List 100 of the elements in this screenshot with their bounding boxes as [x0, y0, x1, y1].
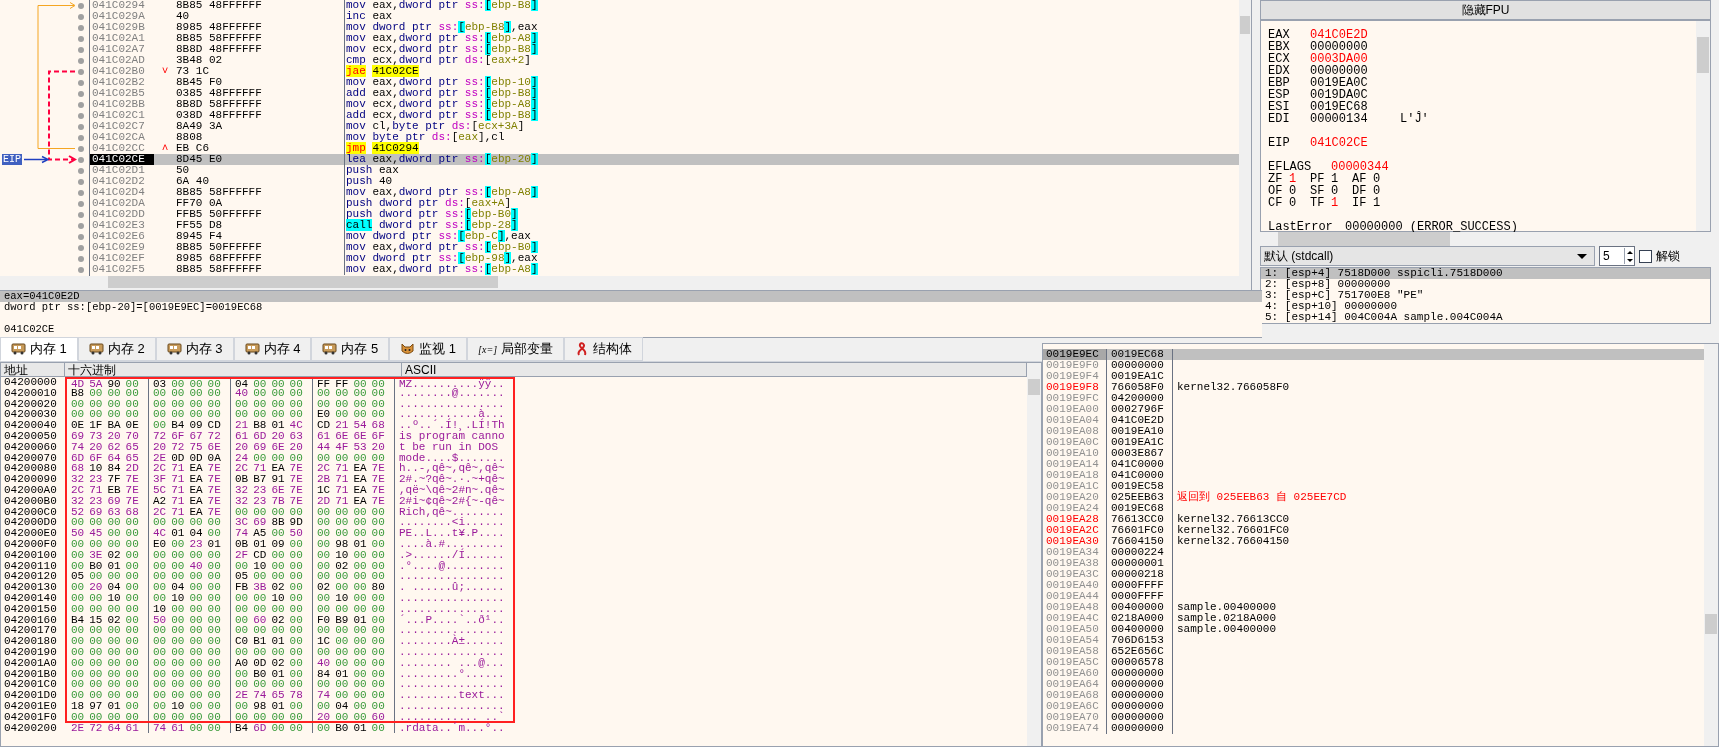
flag-value[interactable]: 0: [1289, 197, 1310, 209]
hex-row[interactable]: 00 00 00 00 00 00 00 00 00 00 00 00 00 00 00 00 ................: [65, 646, 515, 658]
hide-fpu-button[interactable]: 隐藏FPU: [1260, 0, 1711, 20]
scrollbar[interactable]: [1239, 0, 1251, 276]
hex-row[interactable]: 0E 1F BA 0E 00 B4 09 CD 21 B8 01 4C CD 21 54 68 ..º..´.Í!¸.LÍ!Th: [65, 420, 515, 431]
hex-row[interactable]: 50 45 00 00 4C 01 04 00 74 A5 00 50 00 00 00 00 PE..L...t¥.P....: [65, 528, 515, 539]
hex-byte: 00: [125, 517, 139, 529]
hex-row[interactable]: 52 69 63 68 2C 71 EA 7E 00 00 00 00 00 00 00 00 Rich,qê~........: [65, 506, 515, 518]
hex-byte: 00: [353, 679, 367, 691]
count-spinner[interactable]: 5: [1599, 246, 1635, 266]
tab[interactable]: 内存 4: [233, 337, 312, 361]
convention-dropdown[interactable]: 默认 (stdcall): [1260, 246, 1595, 266]
hex-row[interactable]: 00 00 00 00 00 00 00 00 2E 74 65 78 74 00 00 00 .........text...: [65, 690, 515, 701]
hex-row[interactable]: 69 73 20 70 72 6F 67 72 61 6D 20 63 61 6E 6E 6F is program canno: [65, 431, 515, 442]
hex-byte: CD: [253, 549, 267, 561]
hex-byte: 20: [235, 441, 249, 453]
hex-byte: EA: [189, 484, 203, 496]
hex-row[interactable]: 00 B0 01 00 00 00 40 00 00 10 00 00 00 02 00 00 .°....@.........: [65, 560, 515, 572]
hex-byte: 00: [353, 700, 367, 712]
hex-row[interactable]: 00 00 10 00 00 10 00 00 00 00 10 00 00 10 00 00 ................: [65, 592, 515, 604]
hex-row[interactable]: 32 23 7F 7E 3F 71 EA 7E 0B B7 91 7E 2B 71 EA 7E 2#.~?qê~.·.~+qê~: [65, 474, 515, 485]
hex-byte: 20: [153, 441, 167, 453]
hex-row[interactable]: 2E 72 64 61 74 61 00 00 B4 6D 00 00 00 B0 01 00 .rdata..´m...°..: [65, 722, 515, 734]
flag-value[interactable]: 0: [1373, 185, 1394, 197]
hex-byte: 00: [289, 379, 303, 388]
argument-row[interactable]: 2: [esp+8] 00000000: [1261, 279, 1710, 290]
hex-row[interactable]: 00 00 00 00 10 00 00 00 00 00 00 00 00 00 00 00 ................: [65, 603, 515, 615]
hex-byte: 00: [353, 517, 367, 529]
scrollbar[interactable]: [1027, 363, 1041, 746]
instruction-cell: mov cl,byte ptr ds:[ecx+3A]: [344, 121, 525, 132]
column-header[interactable]: 地址: [1, 363, 65, 376]
scrollbar[interactable]: [1696, 21, 1710, 231]
hex-row[interactable]: 00 00 00 00 00 00 00 00 00 00 00 00 00 00 00 00 ................: [65, 679, 515, 691]
hex-byte: 00: [271, 560, 285, 572]
flag-value[interactable]: 0: [1289, 185, 1310, 197]
flag-value[interactable]: 1: [1373, 197, 1394, 209]
unlock-checkbox[interactable]: [1639, 249, 1652, 263]
flag-value[interactable]: 0: [1373, 173, 1394, 185]
hex-row[interactable]: 18 97 01 00 00 10 00 00 00 98 01 00 00 04 00 00 ................: [65, 700, 515, 712]
hex-byte: B4: [235, 722, 249, 734]
selected-row[interactable]: 0019E9EC 0019EC68: [1043, 349, 1704, 360]
ascii-text: ................: [398, 625, 506, 637]
hex-byte: 00: [371, 560, 385, 572]
hex-byte: 00: [71, 603, 85, 615]
hex-byte: 6D: [253, 722, 267, 734]
tab[interactable]: 监视 1: [389, 337, 468, 361]
hex-byte: 00: [271, 549, 285, 561]
flag-value[interactable]: 1: [1289, 173, 1310, 185]
hex-byte: 00: [289, 538, 303, 550]
hex-byte: 01: [335, 668, 349, 680]
hex-row[interactable]: 00 00 00 00 00 00 00 00 3C 69 8B 9D 00 00 00 00 ........<i......: [65, 517, 515, 529]
hex-row[interactable]: 2C 71 EB 7E 5C 71 EA 7E 32 23 6E 7E 1C 71 EA 7E ,që~\qê~2#n~.qê~: [65, 484, 515, 496]
horizontal-scrollbar[interactable]: [0, 276, 1251, 290]
hex-row[interactable]: 4D 5A 90 00 03 00 00 00 04 00 00 00 FF FF 00 00 MZ..........ÿÿ..: [65, 377, 515, 388]
hex-row[interactable]: 00 00 00 00 00 00 00 00 C0 B1 01 00 1C 00 00 00 ........À±......: [65, 636, 515, 647]
hex-row[interactable]: 6D 6F 64 65 2E 0D 0D 0A 24 00 00 00 00 00 00 00 mode....$.......: [65, 452, 515, 464]
hex-row[interactable]: 32 23 69 7E A2 71 EA 7E 32 23 7B 7E 2D 71 EA 7E 2#i~¢qê~2#{~-qê~: [65, 495, 515, 507]
selected-row[interactable]: 041C02CE 8D45 E0 lea eax,dword ptr ss:[ebp-20]: [90, 154, 1239, 165]
flag-value[interactable]: 0: [1331, 185, 1352, 197]
hex-byte: 01: [207, 538, 221, 550]
tab[interactable]: 结构体: [564, 337, 644, 361]
argument-row[interactable]: 3: [esp+C] 751700E8 "PE": [1261, 290, 1710, 301]
hex-row[interactable]: 00 00 00 00 00 00 00 00 00 00 00 00 00 00 00 00 ................: [65, 398, 515, 410]
hex-byte: 00: [207, 560, 221, 572]
argument-row[interactable]: 1: [esp+4] 7518D000 sspicli.7518D000: [1261, 268, 1710, 279]
hex-row[interactable]: 00 00 00 00 00 00 00 00 00 00 00 00 00 00 00 00 ................: [65, 625, 515, 637]
tab[interactable]: 内存 3: [155, 337, 234, 361]
tab[interactable]: 内存 1: [0, 337, 78, 361]
hex-row[interactable]: 74 20 62 65 20 72 75 6E 20 69 6E 20 44 4F 53 20 t be run in DOS: [65, 441, 515, 453]
hex-byte: 00: [271, 379, 285, 388]
hex-byte: 00: [71, 549, 85, 561]
hex-row[interactable]: 00 00 00 00 00 00 00 00 00 00 00 00 20 00 00 60 ............ ..`: [65, 711, 515, 723]
hex-row[interactable]: B4 15 02 00 50 00 00 00 00 60 02 00 F0 B9 01 00 ´...P....`..ð¹..: [65, 614, 515, 626]
hex-byte: 01: [271, 668, 285, 680]
stack-address: 0019EA2C: [1043, 525, 1107, 536]
hex-row[interactable]: 00 00 00 00 E0 00 23 01 0B 01 09 00 00 98 01 00 ....à.#.........: [65, 538, 515, 550]
column-header[interactable]: 十六进制: [65, 363, 402, 376]
hex-byte: 00: [153, 636, 167, 647]
tab[interactable]: 内存 2: [77, 337, 156, 361]
flag-value[interactable]: 1: [1331, 197, 1352, 209]
hex-row[interactable]: 00 00 00 00 00 00 00 00 00 B0 01 00 84 01 00 00 .........°......: [65, 668, 515, 680]
hex-byte: 23: [189, 538, 203, 550]
tab[interactable]: [x=] 局部变量: [467, 337, 565, 361]
hex-byte: 00: [125, 646, 139, 658]
hex-byte: 00: [89, 679, 103, 691]
hex-address: 042001B0: [3, 668, 58, 680]
hex-row[interactable]: B8 00 00 00 00 00 00 00 40 00 00 00 00 00 00 00 ........@.......: [65, 387, 515, 399]
address-cell-text: 041C02D2: [91, 176, 146, 187]
argument-row[interactable]: 5: [esp+14] 004C004A sample.004C004A: [1261, 312, 1710, 323]
hex-row[interactable]: 05 00 00 00 00 00 00 00 05 00 00 00 00 00 00 00 ................: [65, 571, 515, 583]
tab[interactable]: 内存 5: [311, 337, 390, 361]
hex-row[interactable]: 68 10 84 2D 2C 71 EA 7E 2C 71 EA 7E 2C 71 EA 7E h..-,qê~,qê~,qê~: [65, 463, 515, 475]
hex-row[interactable]: 00 20 04 00 00 04 00 00 FB 3B 02 00 02 00 00 80 . ......û;......: [65, 582, 515, 593]
scrollbar[interactable]: [1704, 344, 1718, 746]
hex-byte: 00: [71, 560, 85, 572]
hex-row[interactable]: 00 3E 02 00 00 00 00 00 2F CD 00 00 00 10 00 00 .>....../Í......: [65, 549, 515, 561]
argument-row[interactable]: 4: [esp+10] 00000000: [1261, 301, 1710, 312]
flag-value[interactable]: 1: [1331, 173, 1352, 185]
hex-byte: 00: [271, 679, 285, 691]
hex-row[interactable]: 00 00 00 00 00 00 00 00 A0 0D 02 00 40 00 00 00 ........ ...@...: [65, 657, 515, 669]
